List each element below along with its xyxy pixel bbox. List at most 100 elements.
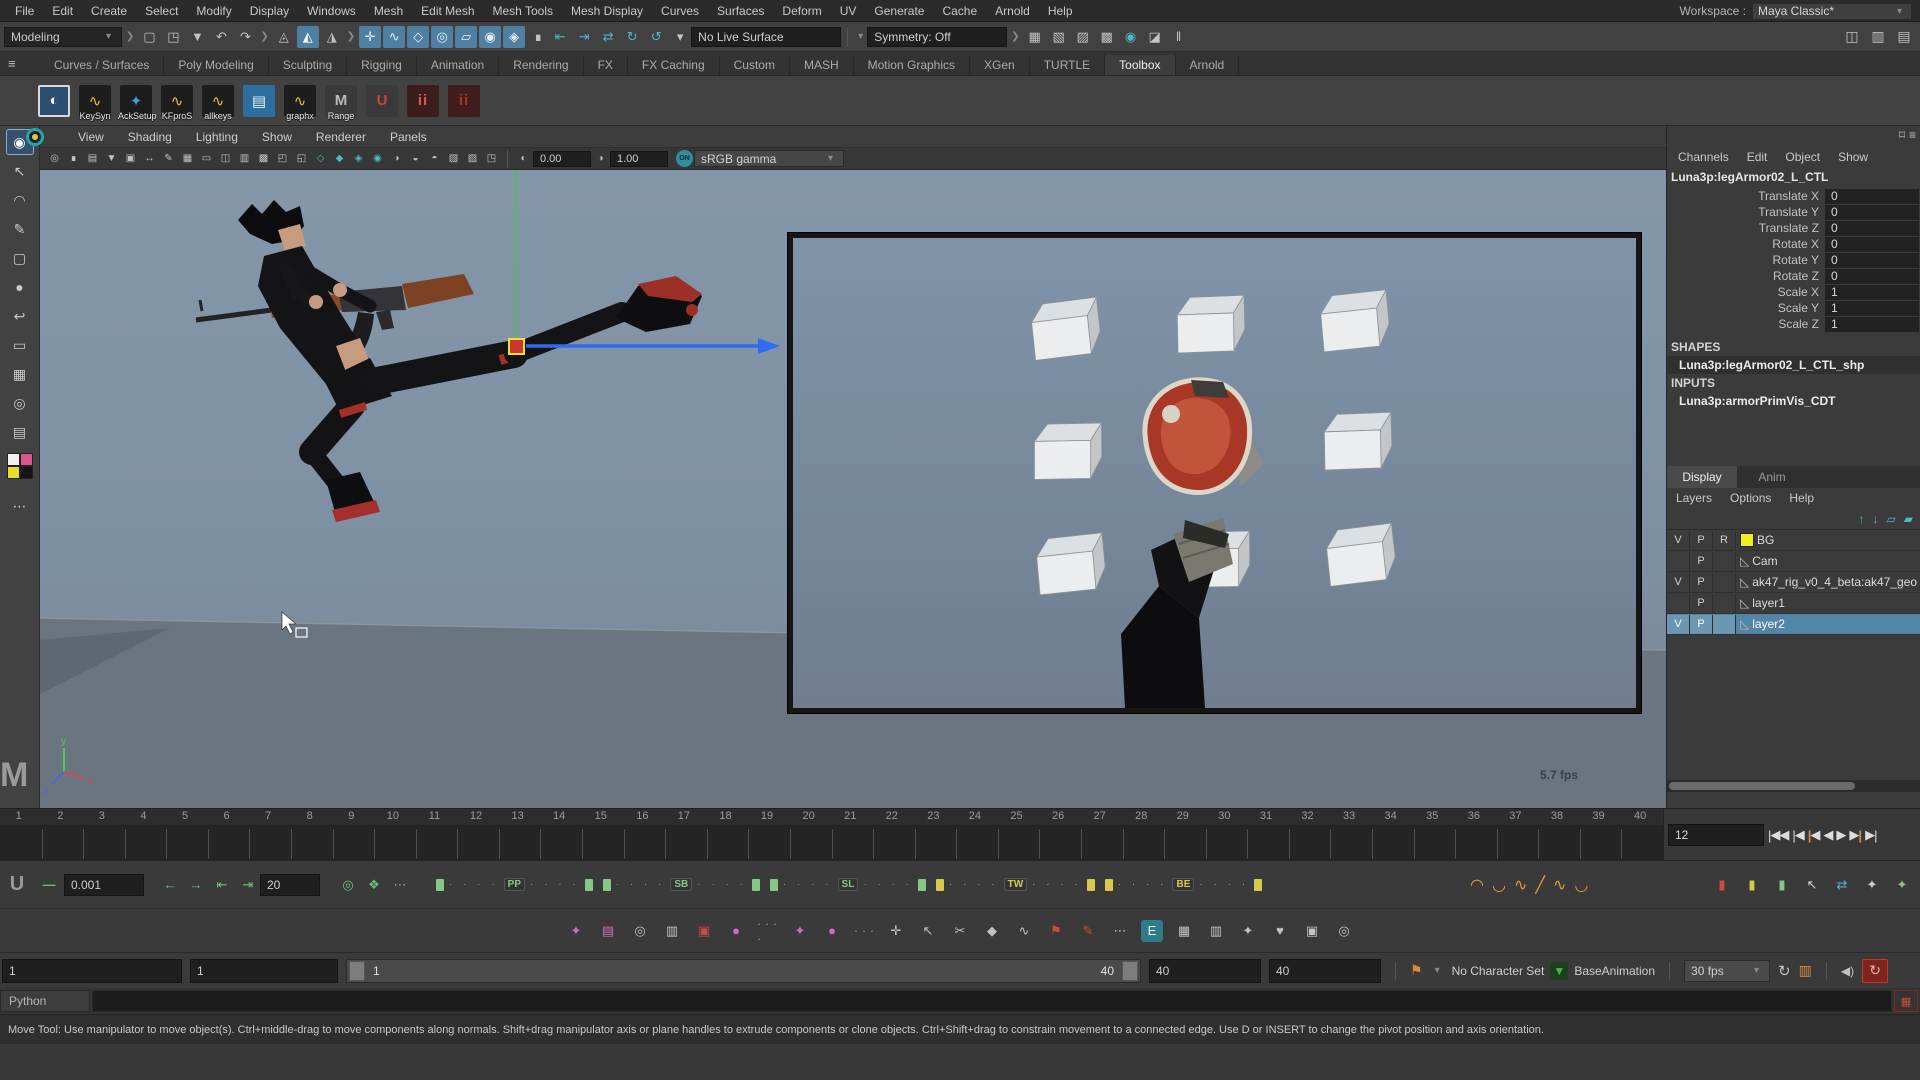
layer-row[interactable]: P layer1	[1667, 593, 1920, 614]
grid-icon[interactable]: ▦	[179, 150, 196, 167]
layer-display-type-toggle[interactable]	[1713, 573, 1736, 592]
shadows-icon[interactable]: ◑	[388, 150, 405, 167]
key-icon[interactable]	[1087, 879, 1095, 891]
shelf-item-kfpros[interactable]: ∿ KFproS	[159, 82, 195, 120]
menu-item[interactable]: UV	[831, 4, 866, 18]
channel-box-menu-item[interactable]: Edit	[1740, 150, 1775, 164]
dot2-icon[interactable]: ●	[821, 920, 843, 942]
character-set-selector[interactable]: No Character Set ▼ BaseAnimation	[1452, 962, 1655, 980]
pin-panel-icon[interactable]: ⌑	[1899, 128, 1905, 142]
shelf-tab[interactable]: Poly Modeling	[164, 55, 268, 75]
move-layer-up-icon[interactable]: ↑	[1859, 512, 1865, 526]
channel-value-field[interactable]: 0	[1825, 205, 1919, 220]
anim-layer-value[interactable]: BaseAnimation	[1574, 964, 1655, 978]
select-component-icon[interactable]: ◮	[321, 26, 343, 48]
shelf-item-selected-tool[interactable]: ◐	[36, 82, 72, 120]
render-current-frame-icon[interactable]: ▦	[1024, 26, 1046, 48]
channel-box-toggle-icon[interactable]: ▤	[1892, 25, 1916, 49]
auto-keyframe-toggle[interactable]: ↻	[1862, 959, 1888, 983]
layer-playback-toggle[interactable]: P	[1690, 573, 1713, 592]
safe-title-icon[interactable]: ◱	[293, 150, 310, 167]
snap-field[interactable]: 20	[260, 874, 320, 896]
curve-tangent-icon[interactable]: ∿	[1013, 920, 1035, 942]
layer-name[interactable]: Cam	[1752, 554, 1777, 568]
isolate-select-icon[interactable]: ◳	[483, 150, 500, 167]
open-scene-icon[interactable]: ◳	[162, 26, 184, 48]
live-surface-field[interactable]: No Live Surface	[691, 27, 841, 47]
plugin-logo[interactable]: U	[0, 873, 34, 896]
colorspace-dropdown[interactable]: sRGB gamma ▾	[694, 150, 844, 167]
shelf-tab[interactable]: Animation	[417, 55, 499, 75]
select-hierarchy-icon[interactable]: ◬	[273, 26, 295, 48]
layer-name[interactable]: layer2	[1752, 617, 1785, 631]
previous-key-button[interactable]: |◀	[1806, 827, 1822, 843]
filmstrip-icon[interactable]: ▥	[661, 920, 683, 942]
shelf-menu-icon[interactable]: ≡	[8, 56, 16, 71]
key-marker-cluster[interactable]: · · · · TW · · · ·	[936, 878, 1095, 891]
shelf-item-figures-1[interactable]: ii	[405, 82, 441, 120]
layer-visibility-toggle[interactable]	[1667, 552, 1690, 571]
camera-view-panel[interactable]	[788, 233, 1641, 713]
character-a-icon[interactable]: ✦	[1860, 873, 1884, 897]
channel-label[interactable]: Scale Z	[1667, 317, 1825, 331]
menu-set-dropdown[interactable]: Modeling ▾	[4, 27, 122, 47]
layer-visibility-toggle[interactable]: V	[1667, 615, 1690, 634]
playblast-render-icon[interactable]: ▨	[1072, 26, 1094, 48]
multisample-icon[interactable]: ▧	[445, 150, 462, 167]
2d-pan-zoom-icon[interactable]: ↔	[141, 150, 158, 167]
menu-item[interactable]: Mesh	[365, 4, 412, 18]
character-icon[interactable]: ✦	[565, 920, 587, 942]
channel-box-menu-item[interactable]: Object	[1778, 150, 1827, 164]
workspace-dropdown[interactable]: Maya Classic* ▾	[1752, 3, 1912, 20]
next-frame-key-icon[interactable]: →	[184, 873, 208, 897]
render-sequence-icon[interactable]: ◪	[1144, 26, 1166, 48]
anchor-icon[interactable]: ✛	[885, 920, 907, 942]
power-icon[interactable]: ◎	[336, 873, 360, 897]
shelf-item-acksetup[interactable]: ✦ AckSetup	[118, 82, 154, 120]
color-swatch[interactable]	[20, 466, 33, 479]
delete-tool[interactable]: ▭	[6, 332, 34, 358]
ellipsis-icon[interactable]: ⋯	[1109, 920, 1131, 942]
camera-attributes-icon[interactable]: ▤	[84, 150, 101, 167]
motion-blur-icon[interactable]: ◓	[426, 150, 443, 167]
brush-icon[interactable]: ❖	[362, 873, 386, 897]
layer-editor-menu-item[interactable]: Options	[1721, 491, 1780, 505]
shelf-tab[interactable]: Arnold	[1176, 55, 1240, 75]
output-from-selected-icon[interactable]: ⇥	[573, 26, 595, 48]
script-editor-icon[interactable]: ▦	[1894, 990, 1918, 1012]
channel-label[interactable]: Rotate X	[1667, 237, 1825, 251]
animation-start-field[interactable]: 1	[2, 959, 182, 983]
new-layer-from-selected-icon[interactable]: ▰	[1904, 512, 1913, 526]
play-forwards-button[interactable]: ▶	[1834, 827, 1847, 843]
layer-playback-toggle[interactable]: P	[1690, 552, 1713, 571]
step-back-button[interactable]: |◀	[1790, 827, 1805, 843]
menu-item[interactable]: Curves	[652, 4, 708, 18]
menu-item[interactable]: Help	[1039, 4, 1082, 18]
range-end-handle[interactable]	[1122, 961, 1138, 981]
ease-in-curve-icon[interactable]: ◠	[1470, 875, 1484, 895]
cube[interactable]	[1325, 523, 1396, 586]
layer-playback-toggle[interactable]: P	[1690, 594, 1713, 613]
webcam-icon[interactable]: ◎	[629, 920, 651, 942]
yellow-key-icon[interactable]: ▮	[1740, 873, 1764, 897]
key-icon[interactable]	[936, 879, 944, 891]
textured-icon[interactable]: ◈	[350, 150, 367, 167]
layer-editor-tab[interactable]: Anim	[1737, 466, 1807, 488]
pause-viewport-icon[interactable]: ‖	[1168, 26, 1190, 48]
layer-visibility-toggle[interactable]	[1667, 594, 1690, 613]
image-plane-icon[interactable]: ▣	[122, 150, 139, 167]
viewport-menu-item[interactable]: Show	[250, 130, 304, 144]
next-snap-key-icon[interactable]: ⇥	[236, 873, 260, 897]
marker-label[interactable]: SB	[670, 878, 692, 891]
marquee-tool[interactable]: ▢	[6, 245, 34, 271]
grease-pencil-icon[interactable]: ✎	[160, 150, 177, 167]
dots-grid-icon[interactable]: ⋯	[388, 873, 412, 897]
channel-value-field[interactable]: 0	[1825, 189, 1919, 204]
layer-display-type-toggle[interactable]	[1713, 615, 1736, 634]
go-to-end-button[interactable]: ▶|	[1863, 827, 1878, 843]
move-layer-down-icon[interactable]: ↓	[1873, 512, 1879, 526]
shelf-item-logo[interactable]: U	[364, 82, 400, 120]
exposure-icon[interactable]: ◐	[515, 150, 532, 167]
select-camera-icon[interactable]: ◎	[46, 150, 63, 167]
channel-value-field[interactable]: 1	[1825, 285, 1919, 300]
